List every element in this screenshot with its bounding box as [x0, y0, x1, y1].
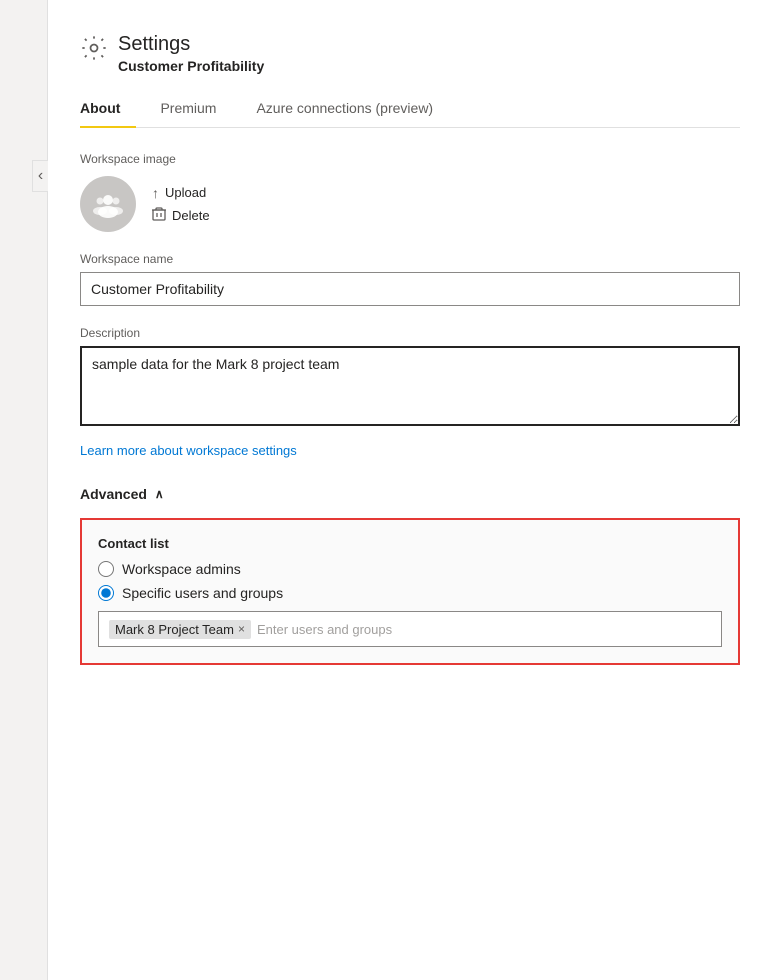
delete-button[interactable]: Delete	[152, 207, 210, 224]
chevron-left-icon: ‹	[38, 167, 43, 185]
workspace-avatar	[80, 176, 136, 232]
advanced-label: Advanced	[80, 486, 147, 502]
left-sidebar: ‹	[0, 0, 48, 980]
radio-specific-users[interactable]: Specific users and groups	[98, 585, 722, 601]
description-section: Description sample data for the Mark 8 p…	[80, 326, 740, 431]
workspace-name-input[interactable]	[80, 272, 740, 306]
tab-about[interactable]: About	[80, 90, 136, 128]
settings-title: Settings	[118, 32, 264, 56]
advanced-section: Advanced ∧ Contact list Workspace admins…	[80, 486, 740, 665]
upload-label: Upload	[165, 185, 206, 200]
tag-close-button[interactable]: ×	[238, 623, 245, 635]
tab-premium[interactable]: Premium	[160, 90, 232, 128]
workspace-name-section: Workspace name	[80, 252, 740, 306]
radio-workspace-admins-input[interactable]	[98, 561, 114, 577]
description-input[interactable]: sample data for the Mark 8 project team	[80, 346, 740, 426]
contact-list-box: Contact list Workspace admins Specific u…	[80, 518, 740, 665]
delete-icon	[152, 207, 166, 224]
image-actions: ↑ Upload Delete	[152, 185, 210, 224]
header: Settings Customer Profitability	[80, 32, 740, 74]
upload-button[interactable]: ↑ Upload	[152, 185, 210, 201]
users-input-container[interactable]: Mark 8 Project Team × Enter users and gr…	[98, 611, 722, 647]
advanced-toggle-icon: ∧	[155, 487, 164, 501]
workspace-image-row: ↑ Upload Delete	[80, 176, 740, 232]
gear-icon	[80, 34, 108, 62]
tabs-container: About Premium Azure connections (preview…	[80, 90, 740, 128]
user-tag: Mark 8 Project Team ×	[109, 620, 251, 639]
advanced-header[interactable]: Advanced ∧	[80, 486, 740, 502]
upload-icon: ↑	[152, 185, 159, 201]
main-content: Settings Customer Profitability About Pr…	[48, 0, 780, 980]
radio-specific-users-input[interactable]	[98, 585, 114, 601]
workspace-subtitle: Customer Profitability	[118, 58, 264, 74]
tab-azure[interactable]: Azure connections (preview)	[256, 90, 449, 128]
radio-workspace-admins[interactable]: Workspace admins	[98, 561, 722, 577]
header-text: Settings Customer Profitability	[118, 32, 264, 74]
contact-list-title: Contact list	[98, 536, 722, 551]
workspace-name-label: Workspace name	[80, 252, 740, 266]
specific-users-label: Specific users and groups	[122, 585, 283, 601]
tag-value: Mark 8 Project Team	[115, 622, 234, 637]
delete-label: Delete	[172, 208, 210, 223]
description-label: Description	[80, 326, 740, 340]
learn-more-link[interactable]: Learn more about workspace settings	[80, 443, 740, 458]
workspace-image-section: Workspace image ↑ Upload	[80, 152, 740, 232]
workspace-admins-label: Workspace admins	[122, 561, 241, 577]
sidebar-collapse-arrow[interactable]: ‹	[32, 160, 48, 192]
users-input-placeholder: Enter users and groups	[257, 622, 711, 637]
workspace-image-label: Workspace image	[80, 152, 740, 166]
